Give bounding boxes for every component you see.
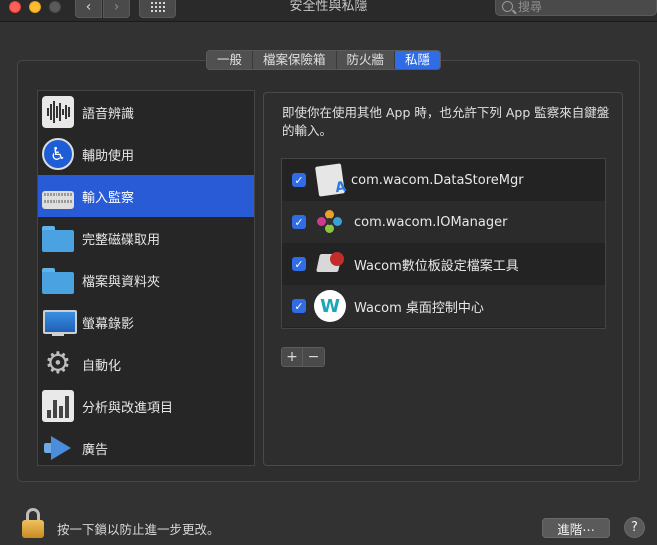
lock-icon[interactable] [22, 508, 44, 540]
sidebar-item-automation[interactable]: ⚙ 自動化 [38, 343, 254, 385]
checkmark-icon: ✓ [294, 257, 304, 271]
search-icon [502, 0, 513, 12]
app-name: Wacom 桌面控制中心 [354, 300, 484, 316]
search-placeholder: 搜尋 [518, 0, 543, 14]
app-list[interactable]: ✓ com.wacom.DataStoreMgr ✓ com.wacom.IOM… [281, 158, 606, 329]
speech-recognition-icon [42, 96, 74, 128]
app-name: com.wacom.IOManager [354, 214, 508, 230]
sidebar-item-label: 輔助使用 [82, 148, 135, 164]
folder-icon [42, 222, 74, 254]
analytics-chart-icon [42, 390, 74, 422]
app-checkbox[interactable]: ✓ [292, 257, 306, 271]
help-button[interactable]: ? [624, 517, 645, 538]
sidebar-item-label: 完整磁碟取用 [82, 232, 161, 248]
checkmark-icon: ✓ [294, 173, 304, 187]
sidebar-item-screen-recording[interactable]: 螢幕錄影 [38, 301, 254, 343]
input-monitoring-description: 即使你在使用其他 App 時，也允許下列 App 監察來自鍵盤的輸入。 [282, 105, 610, 138]
checkmark-icon: ✓ [294, 299, 304, 313]
sidebar-item-advertising[interactable]: 廣告 [38, 427, 254, 469]
list-item[interactable]: ✓ com.wacom.DataStoreMgr [282, 159, 605, 201]
list-item[interactable]: ✓ W Wacom 桌面控制中心 [282, 285, 605, 327]
sidebar-item-input-monitoring[interactable]: 輸入監察 [38, 175, 254, 217]
sidebar-item-label: 輸入監察 [82, 190, 135, 206]
sidebar-item-label: 語音辨識 [82, 106, 135, 122]
sidebar-item-analytics[interactable]: 分析與改進項目 [38, 385, 254, 427]
advanced-button[interactable]: 進階⋯ [542, 518, 610, 538]
tab-general[interactable]: 一般 [207, 51, 254, 69]
sidebar-item-files-and-folders[interactable]: 檔案與資料夾 [38, 259, 254, 301]
megaphone-icon [42, 432, 74, 464]
folder-icon [42, 264, 74, 296]
sidebar-item-label: 檔案與資料夾 [82, 274, 161, 290]
gear-icon: ⚙ [44, 346, 72, 381]
sidebar-item-accessibility[interactable]: ♿ 輔助使用 [38, 133, 254, 175]
sidebar-item-label: 分析與改進項目 [82, 400, 174, 416]
privacy-category-list[interactable]: 語音辨識 ♿ 輔助使用 輸入監察 完整磁碟取用 檔案與資料夾 螢幕錄影 ⚙ 自動… [37, 90, 255, 466]
tab-firewall[interactable]: 防火牆 [337, 51, 396, 69]
tab-filevault[interactable]: 檔案保險箱 [253, 51, 337, 69]
search-field[interactable]: 搜尋 [495, 0, 657, 16]
app-document-icon [315, 163, 345, 197]
sidebar-item-label: 螢幕錄影 [82, 316, 135, 332]
sidebar-item-label: 自動化 [82, 358, 122, 374]
sidebar-item-label: 廣告 [82, 442, 109, 458]
title-bar: ‹ › 安全性與私隱 搜尋 [0, 0, 657, 22]
add-app-button[interactable]: + [281, 347, 303, 367]
checkmark-icon: ✓ [294, 215, 304, 229]
remove-app-button[interactable]: − [303, 347, 325, 367]
app-name: Wacom數位板設定檔案工具 [354, 258, 519, 274]
display-icon [42, 306, 77, 338]
tab-bar: 一般 檔案保險箱 防火牆 私隱 [206, 50, 442, 70]
list-item[interactable]: ✓ com.wacom.IOManager [282, 201, 605, 243]
app-pinwheel-icon [314, 206, 346, 238]
app-checkbox[interactable]: ✓ [292, 215, 306, 229]
wacom-logo-icon: W [314, 290, 346, 322]
add-remove-controls: + − [281, 347, 325, 367]
keyboard-icon [42, 190, 74, 209]
sidebar-item-speech-recognition[interactable]: 語音辨識 [38, 91, 254, 133]
accessibility-icon: ♿ [42, 138, 74, 170]
list-item[interactable]: ✓ Wacom數位板設定檔案工具 [282, 243, 605, 285]
lock-hint-text: 按一下鎖以防止進一步更改。 [57, 522, 220, 537]
app-name: com.wacom.DataStoreMgr [351, 172, 524, 188]
tablet-utility-icon [314, 248, 346, 280]
app-checkbox[interactable]: ✓ [292, 173, 306, 187]
tab-privacy[interactable]: 私隱 [395, 51, 441, 69]
sidebar-item-full-disk-access[interactable]: 完整磁碟取用 [38, 217, 254, 259]
app-checkbox[interactable]: ✓ [292, 299, 306, 313]
